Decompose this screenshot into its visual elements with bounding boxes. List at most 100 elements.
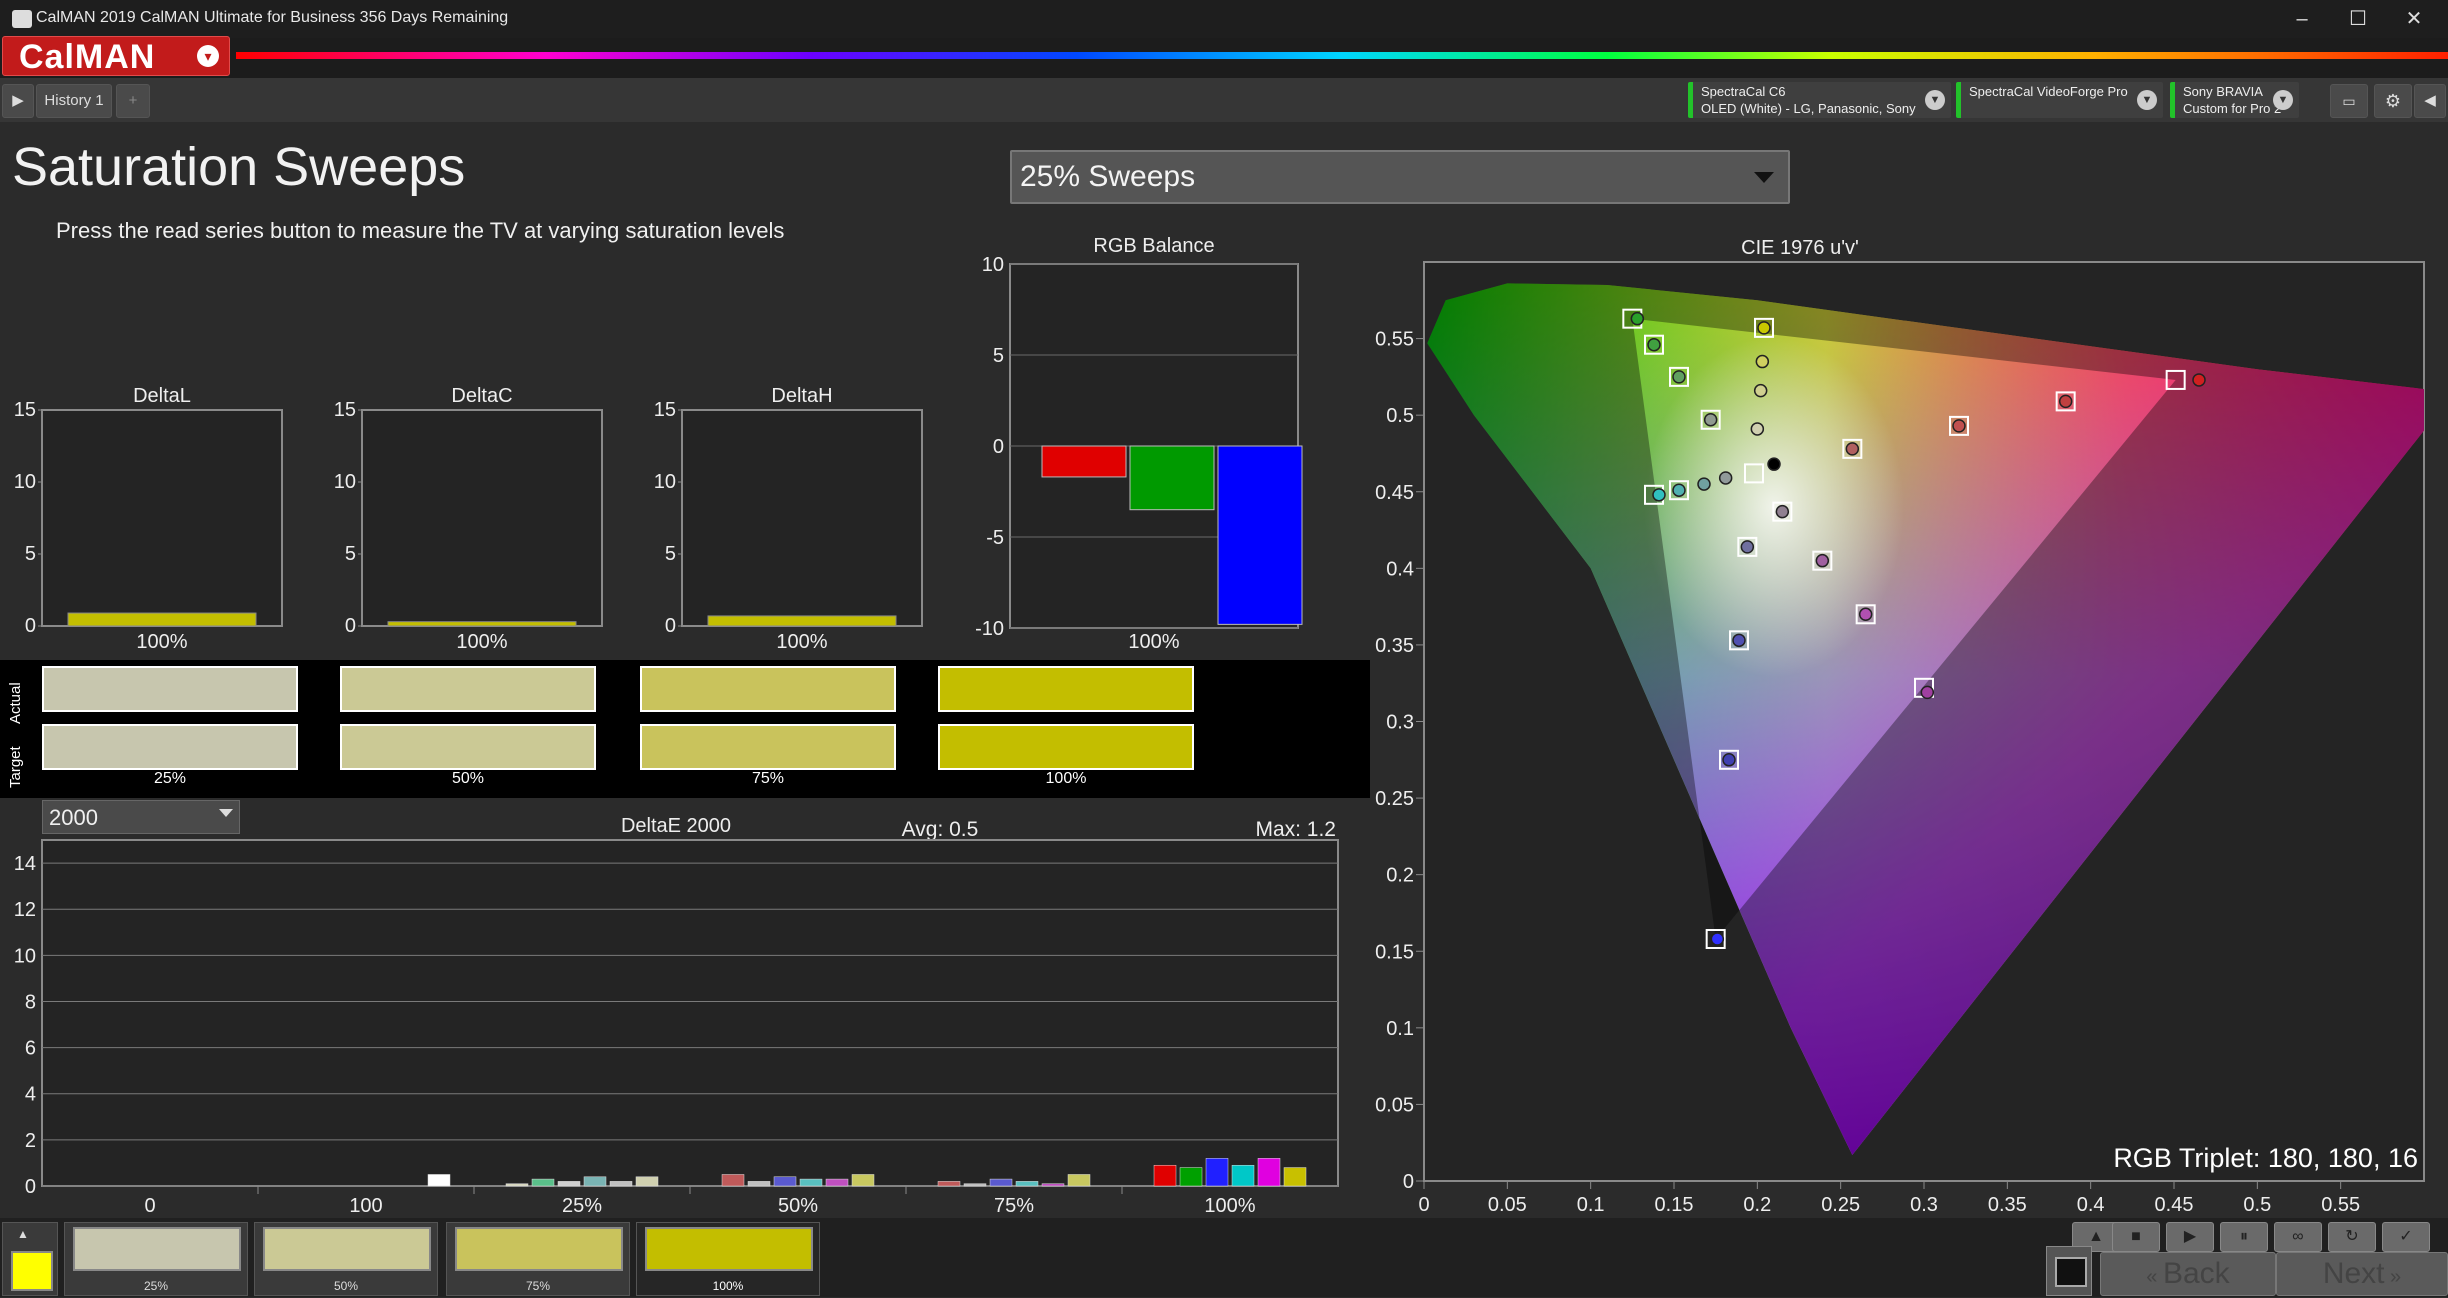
tab-history-1[interactable]: History 1: [36, 84, 112, 118]
blue-balance-bar: [1217, 445, 1303, 625]
swatch-comparison: Actual Target 25% 50% 75% 100%: [0, 660, 1370, 798]
source-device[interactable]: SpectraCal VideoForge Pro ▼: [1956, 82, 2163, 118]
delta-bar: [67, 612, 257, 627]
back-button[interactable]: « Back: [2100, 1252, 2276, 1296]
y-tick-label: 0: [345, 615, 356, 637]
y-tick-label: 10: [14, 945, 36, 967]
collapse-icon[interactable]: ◀: [2414, 84, 2446, 118]
sweep-point-swatch: [73, 1227, 241, 1271]
x-tick-label: 100%: [456, 631, 507, 653]
measured-point: [1858, 607, 1873, 622]
measured-point: [1647, 337, 1661, 352]
device-mode: Custom for Pro 2: [2183, 101, 2282, 116]
minimize-icon[interactable]: –: [2274, 0, 2330, 38]
x-tick-label: 75%: [994, 1195, 1034, 1217]
measured-point: [2192, 373, 2206, 387]
y-tick-label: 0.4: [1386, 558, 1414, 580]
y-tick-label: 5: [25, 543, 36, 565]
x-tick-label: 0.5: [2243, 1194, 2271, 1216]
sweep-point-swatch: [263, 1227, 431, 1271]
device-name: Sony BRAVIA: [2183, 84, 2263, 99]
x-tick-label: 100%: [136, 631, 187, 653]
next-button[interactable]: Next »: [2276, 1252, 2448, 1296]
deltae-bar: [557, 1181, 581, 1187]
checkmark-icon[interactable]: ✓: [2382, 1222, 2430, 1252]
current-color-panel: ▲: [2, 1222, 58, 1296]
swatch-label: 50%: [451, 770, 485, 787]
refresh-icon[interactable]: ↻: [2328, 1222, 2376, 1252]
x-tick-label: 100%: [1204, 1195, 1255, 1217]
y-tick-label: 5: [665, 543, 676, 565]
chevron-down-icon[interactable]: ▼: [1925, 90, 1945, 110]
chevron-down-icon[interactable]: ▼: [2137, 90, 2157, 110]
sweep-point-thumb[interactable]: 50%: [254, 1222, 438, 1296]
meter-device[interactable]: SpectraCal C6 OLED (White) - LG, Panason…: [1688, 82, 1951, 118]
close-icon[interactable]: ✕: [2386, 0, 2442, 38]
y-tick-label: 10: [334, 471, 356, 493]
chevron-down-icon: ▾: [197, 45, 219, 67]
delta-chart-plot: [361, 409, 603, 627]
actual-swatch: [42, 666, 298, 712]
y-tick-label: 5: [993, 345, 1004, 367]
actual-swatch: [640, 666, 896, 712]
display-icon[interactable]: [2046, 1246, 2092, 1296]
chevron-up-icon[interactable]: ▲: [17, 1227, 29, 1241]
green-balance-bar: [1129, 445, 1215, 511]
device-name: SpectraCal C6: [1701, 84, 1786, 99]
actual-swatch: [938, 666, 1194, 712]
measured-point: [1952, 419, 1966, 433]
y-tick-label: 14: [14, 853, 36, 875]
play-icon[interactable]: ▶: [2166, 1222, 2214, 1252]
x-tick-label: 50%: [778, 1195, 818, 1217]
deltae-bar: [1067, 1174, 1091, 1187]
y-tick-label: 0: [25, 1176, 36, 1198]
calman-menu-button[interactable]: CalMAN ▾: [2, 36, 230, 76]
app-icon: [12, 10, 32, 28]
y-tick-label: 0.1: [1386, 1018, 1414, 1040]
continuous-read-icon[interactable]: ∞: [2274, 1222, 2322, 1252]
page-instructions: Press the read series button to measure …: [56, 218, 785, 243]
chevron-down-icon[interactable]: ▼: [2273, 90, 2293, 110]
sweep-point-thumb[interactable]: 75%: [446, 1222, 630, 1296]
read-series-icon[interactable]: ⏸: [2220, 1222, 2268, 1252]
x-tick-label: 0.2: [1743, 1194, 1771, 1216]
y-tick-label: 12: [14, 899, 36, 921]
target-swatch: [340, 724, 596, 770]
sweep-point-thumb[interactable]: 25%: [64, 1222, 248, 1296]
add-tab-button[interactable]: +: [116, 84, 150, 118]
monitor-icon[interactable]: ▭: [2330, 84, 2368, 118]
measured-point: [1815, 553, 1830, 568]
target-swatch: [640, 724, 896, 770]
measured-point: [1672, 370, 1686, 384]
measured-point: [1750, 422, 1765, 436]
rgb-triplet-readout: RGB Triplet: 180, 180, 16: [2113, 1143, 2418, 1173]
measured-point: [1740, 540, 1755, 554]
sweep-select[interactable]: 25% Sweeps: [1010, 150, 1790, 204]
play-icon[interactable]: ▶: [2, 84, 34, 118]
target-swatch: [938, 724, 1194, 770]
deltae-plot-area: [41, 839, 1339, 1187]
cie-title: CIE 1976 u'v': [1741, 237, 1859, 259]
deltae-bar: [1015, 1181, 1039, 1187]
measured-point: [1732, 633, 1746, 648]
deltae-bar: [799, 1178, 823, 1187]
y-tick-label: 0.25: [1375, 788, 1414, 810]
measured-point: [1710, 932, 1725, 946]
red-balance-bar: [1041, 445, 1127, 478]
page-title: Saturation Sweeps: [12, 137, 466, 197]
deltae-avg: Avg: 0.5: [902, 818, 979, 841]
y-tick-label: 0.45: [1375, 482, 1414, 504]
display-device[interactable]: Sony BRAVIA Custom for Pro 2 ▼: [2170, 82, 2299, 118]
gear-icon[interactable]: ⚙: [2374, 84, 2412, 118]
maximize-icon[interactable]: ☐: [2330, 0, 2386, 38]
y-tick-label: 5: [345, 543, 356, 565]
sweep-point-thumb[interactable]: 100%: [636, 1222, 820, 1296]
y-tick-label: -5: [986, 527, 1004, 549]
measured-point: [1845, 442, 1860, 456]
cie-chart: CIE 1976 u'v' 0 0.05 0.1 0.15 0.2 0.25 0.3 0.35 0…: [1375, 237, 2425, 1216]
stop-icon[interactable]: ■: [2112, 1222, 2160, 1252]
x-tick-label: 0.35: [1988, 1194, 2027, 1216]
delta-charts: DeltaL 15 10 5 0 100% DeltaC 15 10 5 0 100% DeltaH 15…: [14, 385, 923, 653]
y-tick-label: 0: [25, 615, 36, 637]
y-tick-label: 0.2: [1386, 865, 1414, 887]
